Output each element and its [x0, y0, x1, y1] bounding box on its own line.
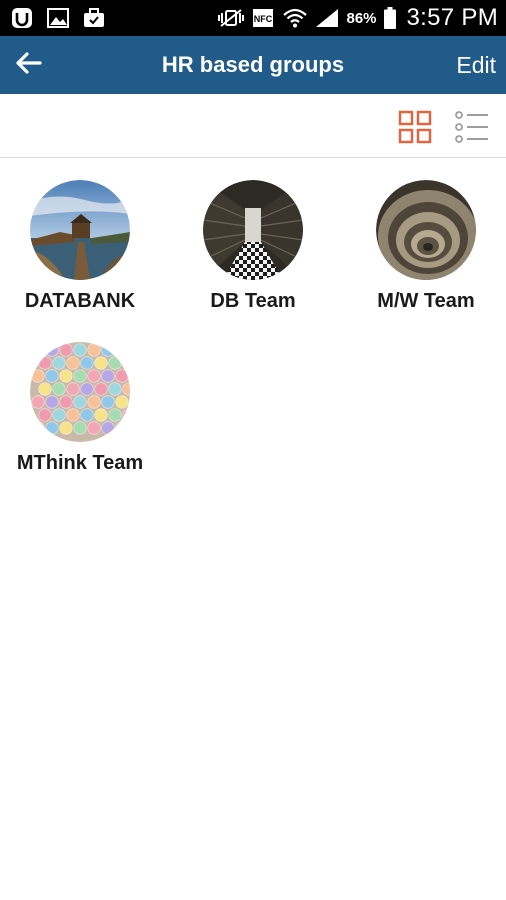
battery-percent: 86% [346, 9, 377, 27]
battery-icon [383, 6, 397, 30]
chalk-stick [80, 382, 94, 396]
view-toolbar [0, 94, 506, 158]
colored-chalk-photo [30, 342, 130, 442]
chalk-stick [73, 395, 87, 409]
chalk-stick [52, 356, 66, 370]
chalk-stick [52, 408, 66, 422]
grid-view-button[interactable] [398, 110, 432, 144]
chalk-stick [108, 382, 122, 396]
chalk-stick [66, 408, 80, 422]
chalk-stick [38, 408, 52, 422]
chalk-stick [45, 395, 59, 409]
spiral-staircase-photo [376, 180, 476, 280]
chalk-stick [122, 356, 130, 370]
group-name: MThink Team [16, 452, 144, 474]
chalk-stick [101, 369, 115, 383]
wifi-icon [282, 6, 308, 30]
chalk-stick [66, 356, 80, 370]
group-name: M/W Team [377, 290, 475, 312]
lakeside-pier-photo [30, 180, 130, 280]
chalk-stick [73, 343, 87, 357]
clock: 3:57 PM [406, 4, 498, 31]
chalk-stick [115, 421, 129, 435]
chalk-stick [87, 369, 101, 383]
chalk-stick [87, 421, 101, 435]
chalk-stick [73, 421, 87, 435]
chalk-stick [73, 369, 87, 383]
chalk-stick [87, 395, 101, 409]
notification-icons [10, 6, 106, 30]
library-aisle-photo [203, 180, 303, 280]
page-title: HR based groups [161, 52, 345, 77]
group-item-databank[interactable]: DATABANK [0, 180, 164, 313]
chalk-stick [31, 369, 45, 383]
chalk-stick [94, 408, 108, 422]
chalk-stick [45, 343, 59, 357]
signal-icon [314, 6, 340, 30]
briefcase-icon [82, 6, 106, 30]
chalk-stick [80, 408, 94, 422]
list-view-button[interactable] [454, 110, 490, 144]
chalk-stick [108, 408, 122, 422]
chalk-stick [87, 343, 101, 357]
chalk-stick [101, 421, 115, 435]
grid-view-icon [398, 110, 432, 148]
group-item-mthink-team[interactable]: MThink Team [0, 342, 164, 475]
status-bar: NFC 86% 3:57 PM [0, 0, 506, 36]
chalk-stick [115, 369, 129, 383]
list-view-icon [454, 111, 490, 148]
chalk-stick [59, 369, 73, 383]
svg-text:NFC: NFC [254, 14, 273, 24]
chalk-stick [115, 395, 129, 409]
chalk-stick [59, 343, 73, 357]
chalk-stick [80, 356, 94, 370]
chalk-stick [66, 382, 80, 396]
uc-browser-icon [10, 6, 34, 30]
chalk-stick [31, 421, 45, 435]
chalk-stick [59, 395, 73, 409]
chalk-stick [38, 382, 52, 396]
chalk-stick [115, 343, 129, 357]
group-name: DB Team [210, 290, 296, 312]
chalk-stick [108, 356, 122, 370]
chalk-stick [59, 421, 73, 435]
chalk-stick [101, 343, 115, 357]
gallery-icon [46, 6, 70, 30]
chalk-stick [101, 395, 115, 409]
group-item-mw-team[interactable]: M/W Team [342, 180, 506, 313]
system-icons: NFC 86% 3:57 PM [218, 0, 498, 36]
chalk-stick [45, 369, 59, 383]
chalk-stick [94, 356, 108, 370]
chalk-stick [94, 382, 108, 396]
group-name: DATABANK [24, 290, 136, 312]
chalk-stick [31, 395, 45, 409]
chalk-stick [52, 382, 66, 396]
edit-button[interactable]: Edit [456, 36, 496, 94]
nfc-icon: NFC [250, 6, 276, 30]
chalk-stick [31, 343, 45, 357]
chalk-stick [45, 421, 59, 435]
app-bar: HR based groups Edit [0, 36, 506, 94]
chalk-stick [38, 356, 52, 370]
group-item-db-team[interactable]: DB Team [169, 180, 337, 313]
vibrate-icon [218, 6, 245, 30]
